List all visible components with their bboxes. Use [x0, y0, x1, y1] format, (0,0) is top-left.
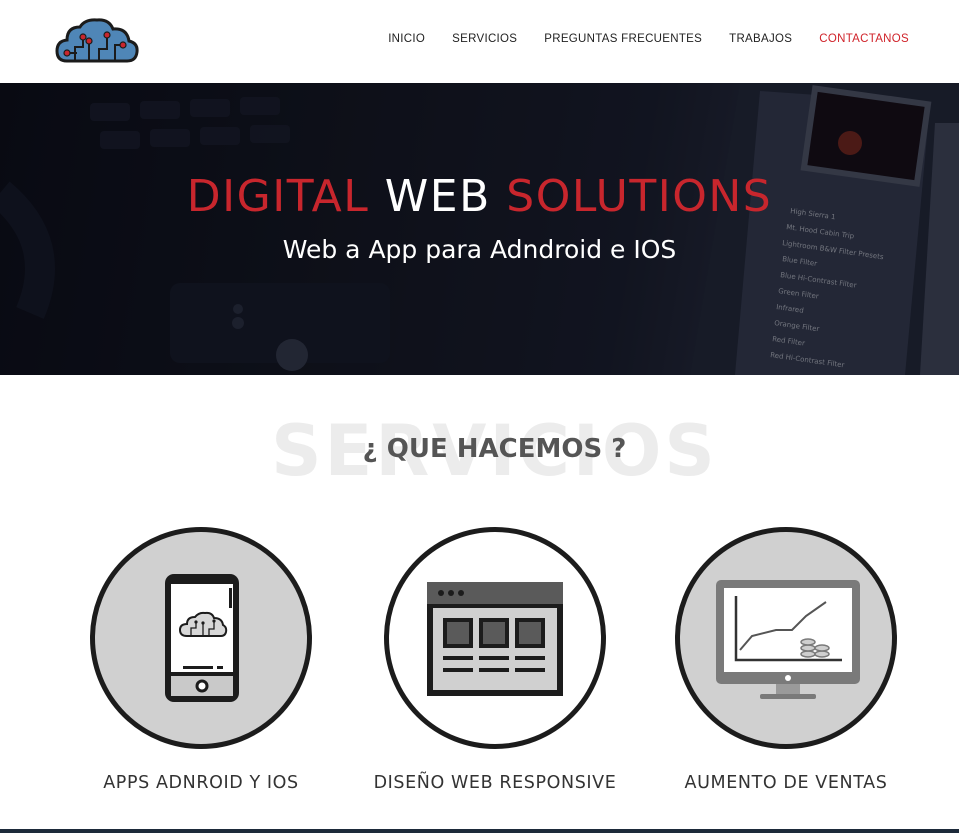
service-circle — [384, 527, 606, 749]
nav-contactanos[interactable]: CONTACTANOS — [819, 33, 909, 45]
hero-overlay — [0, 83, 959, 375]
hero-title-web: WEB — [384, 171, 491, 222]
monitor-chart-icon — [716, 580, 860, 699]
nav-servicios[interactable]: SERVICIOS — [452, 33, 517, 45]
service-apps[interactable]: APPS ADNROID Y IOS — [90, 527, 312, 793]
service-label: AUMENTO DE VENTAS — [684, 773, 888, 793]
site-header: INICIO SERVICIOS PREGUNTAS FRECUENTES TR… — [0, 0, 959, 83]
service-circle — [90, 527, 312, 749]
hero-title: DIGITAL WEB SOLUTIONS — [0, 171, 959, 222]
hero-title-solutions: SOLUTIONS — [506, 171, 773, 222]
main-nav: INICIO SERVICIOS PREGUNTAS FRECUENTES TR… — [388, 33, 909, 45]
hero-title-digital: DIGITAL — [186, 171, 370, 222]
smartphone-icon — [165, 574, 239, 702]
nav-trabajos[interactable]: TRABAJOS — [729, 33, 792, 45]
section-title: ¿ QUE HACEMOS ? — [362, 434, 627, 464]
hero-banner: High Sierra 1 Mt. Hood Cabin Trip Lightr… — [0, 83, 959, 375]
hero-subtitle: Web a App para Adndroid e IOS — [282, 235, 677, 264]
footer-edge — [0, 829, 959, 833]
nav-inicio[interactable]: INICIO — [388, 33, 425, 45]
service-sales[interactable]: AUMENTO DE VENTAS — [675, 527, 897, 793]
cloud-circuit-logo[interactable] — [55, 17, 139, 65]
nav-preguntas-frecuentes[interactable]: PREGUNTAS FRECUENTES — [544, 33, 702, 45]
service-circle — [675, 527, 897, 749]
browser-window-icon — [427, 582, 563, 696]
service-label: APPS ADNROID Y IOS — [103, 773, 299, 793]
service-web-design[interactable]: DISEÑO WEB RESPONSIVE — [374, 527, 616, 793]
